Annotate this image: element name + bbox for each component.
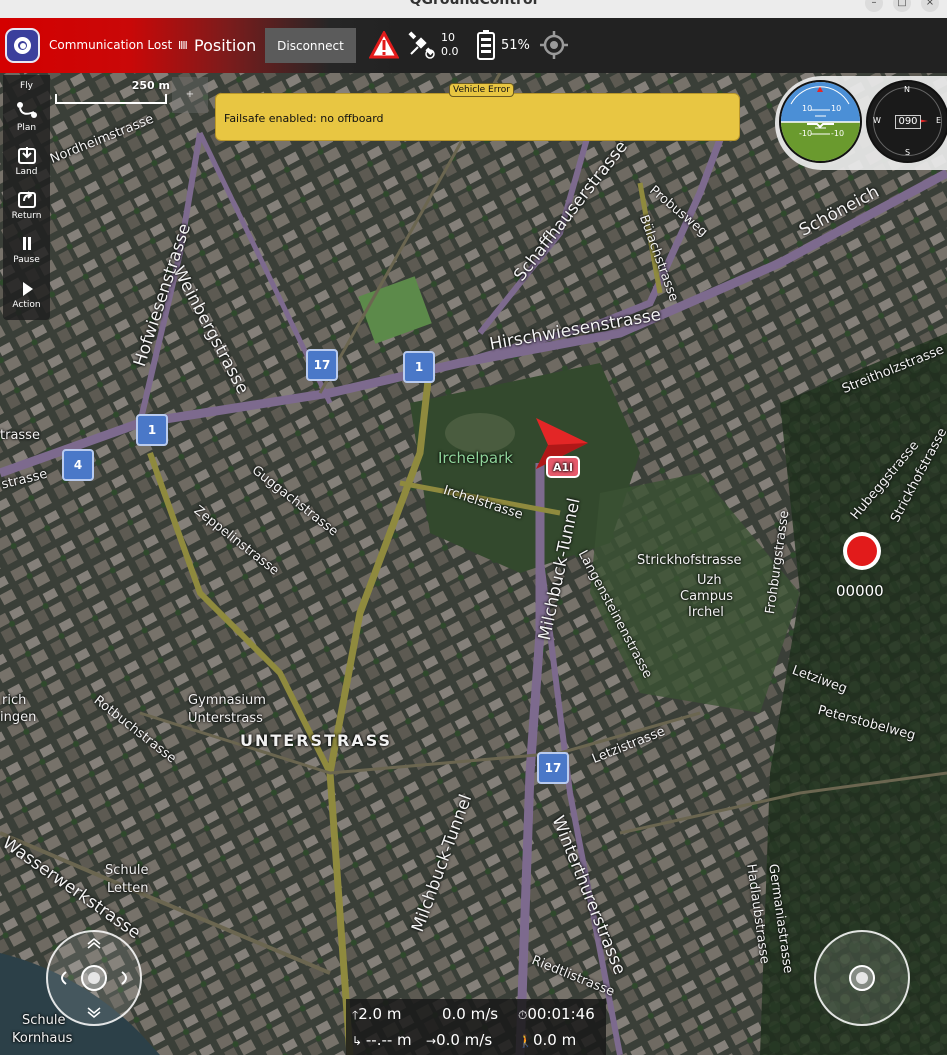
map-label-uzh-irchel: Irchel xyxy=(688,605,724,620)
satellite-map[interactable]: Weinbergstrasse Hofwiesenstrasse Schaffh… xyxy=(0,73,947,1055)
satellite-count: 10 0.0 xyxy=(441,31,459,58)
compass-indicator: N E S W 090 xyxy=(866,80,947,163)
main-toolbar: Communication Lost ⅡⅡ Position Disconnec… xyxy=(0,18,947,73)
fly-tools-panel: Fly Plan Land Return Pause Action xyxy=(3,75,50,320)
map-label-schule-letten: Schule xyxy=(105,863,149,878)
arrow-right-icon: → xyxy=(426,1034,437,1048)
road-shield: 17 xyxy=(306,349,338,381)
satellite-icon[interactable] xyxy=(408,30,436,64)
ground-speed-readout: 0.0 m/s xyxy=(442,1005,499,1023)
map-label-strickhofstrasse: Strickhofstrasse xyxy=(637,553,742,568)
left-virtual-joystick[interactable] xyxy=(46,930,142,1026)
window-titlebar: QGroundControl – □ × xyxy=(0,0,947,18)
right-virtual-joystick[interactable] xyxy=(814,930,910,1026)
compass-w: W xyxy=(873,116,881,125)
distance-readout: ↳ --.-- m xyxy=(352,1031,412,1049)
vehicle-error-tag: Vehicle Error xyxy=(449,83,514,97)
fly-tool-pause[interactable]: Pause xyxy=(3,235,50,265)
pitch-up-label-right: 10 xyxy=(831,104,842,113)
recording-counter: 00000 xyxy=(836,582,884,600)
disconnect-button[interactable]: Disconnect xyxy=(265,28,356,63)
record-button[interactable] xyxy=(843,532,881,570)
warning-icon[interactable] xyxy=(368,29,400,63)
heading-readout: 090 xyxy=(895,115,921,129)
pitch-up-label-left: 10 xyxy=(802,104,813,113)
close-button[interactable]: × xyxy=(921,0,939,12)
map-scale-label: 250 m xyxy=(131,79,170,92)
plan-route-icon xyxy=(16,102,37,118)
connection-status[interactable]: Communication Lost xyxy=(49,38,172,52)
compass-s: S xyxy=(905,148,911,157)
map-label-ingen: ingen xyxy=(0,710,37,725)
vehicle-error-message: Failsafe enabled: no offboard xyxy=(224,112,384,125)
map-label-kornhaus: Kornhaus xyxy=(12,1031,73,1046)
fly-tool-land[interactable]: Land xyxy=(3,145,50,177)
maximize-button[interactable]: □ xyxy=(893,0,911,12)
map-label-uzh-campus: Campus xyxy=(680,589,733,604)
flight-mode-selector[interactable]: Position xyxy=(194,36,256,55)
pitch-down-label-left: -10 xyxy=(799,129,813,138)
map-label-irchelpark: Irchelpark xyxy=(438,449,513,467)
map-label-letten: Letten xyxy=(107,881,149,896)
road-shield: 17 xyxy=(537,752,569,784)
pause-icon xyxy=(22,237,31,250)
fly-tool-return[interactable]: Return xyxy=(3,189,50,221)
return-icon xyxy=(17,191,36,208)
altitude-readout: 🡑2.0 m xyxy=(352,1005,402,1023)
battery-percent: 51% xyxy=(501,38,530,53)
rtk-gps-icon[interactable] xyxy=(540,31,568,63)
map-label-gymnasium: Gymnasium xyxy=(188,693,266,708)
joystick-arrows-icon xyxy=(61,938,127,1018)
map-label-gymnasium-unterstrass: Unterstrass xyxy=(188,711,263,726)
road-shield: 1 xyxy=(403,351,435,383)
compass-e: E xyxy=(936,116,942,125)
motorway-label-a1l: A1l xyxy=(553,461,573,474)
pitch-down-label-right: -10 xyxy=(831,129,845,138)
zoom-in-button[interactable]: + xyxy=(172,77,208,113)
fly-tool-fly[interactable]: Fly xyxy=(3,81,50,91)
map-scale: 250 m xyxy=(55,79,170,115)
qgroundcontrol-window: QGroundControl – □ × Communication Lost … xyxy=(0,0,947,1055)
horizontal-speed-readout: →0.0 m/s xyxy=(426,1031,493,1049)
attitude-indicator: 10 10 -10 -10 xyxy=(779,80,862,163)
qgc-logo-button[interactable] xyxy=(5,28,40,63)
stopwatch-icon: ⏱ xyxy=(518,1008,528,1022)
turn-arrow-icon: ↳ xyxy=(352,1034,366,1048)
action-icon xyxy=(22,282,33,296)
road-shield: 4 xyxy=(62,449,94,481)
map-label-unterstrass: UNTERSTRASS xyxy=(240,731,393,750)
map-label-rich: rich xyxy=(2,693,27,708)
fly-tool-action[interactable]: Action xyxy=(3,280,50,310)
fly-tool-plan[interactable]: Plan xyxy=(3,99,50,133)
telemetry-panel: 🡑2.0 m 0.0 m/s ⏱00:01:46 ↳ --.-- m →0.0 … xyxy=(346,999,606,1055)
battery-icon[interactable] xyxy=(477,30,495,64)
map-scale-bar xyxy=(55,94,167,104)
window-title: QGroundControl xyxy=(409,0,538,8)
road-shield: 1 xyxy=(136,414,168,446)
person-icon: 🚶 xyxy=(518,1034,533,1048)
compass-n: N xyxy=(904,85,910,94)
land-icon xyxy=(17,147,36,164)
flight-mode-icon: ⅡⅡ xyxy=(178,39,188,52)
minimize-button[interactable]: – xyxy=(865,0,883,12)
vehicle-error-banner[interactable]: Vehicle Error Failsafe enabled: no offbo… xyxy=(215,83,740,141)
map-label-uzh: Uzh xyxy=(697,573,722,588)
flight-time-readout: ⏱00:01:46 xyxy=(518,1005,595,1023)
map-label-trasse-left: trasse xyxy=(0,428,40,443)
vertical-speed-readout: 🚶0.0 m xyxy=(518,1031,577,1049)
right-joystick-knob[interactable] xyxy=(849,965,875,991)
